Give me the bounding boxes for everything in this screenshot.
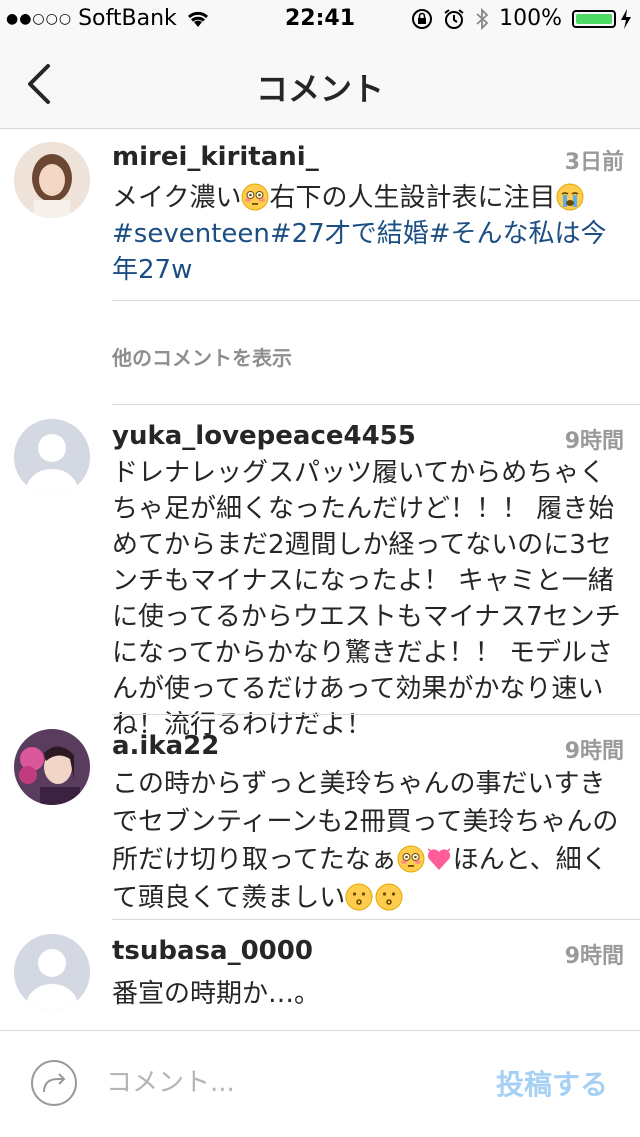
comment-username[interactable]: tsubasa_0000 bbox=[112, 936, 313, 966]
comment-username[interactable]: a.ika22 bbox=[112, 731, 219, 761]
comment-item: a.ika22 9時間 この時からずっと美玲ちゃんの事だいすきでセブンティーンも… bbox=[0, 715, 640, 920]
avatar[interactable] bbox=[14, 419, 90, 495]
share-arrow-icon[interactable] bbox=[30, 1059, 78, 1107]
comment-username[interactable]: yuka_lovepeace4455 bbox=[112, 421, 416, 451]
comment-item: yuka_lovepeace4455 9時間 ドレナレッグスパッツ履いてからめち… bbox=[0, 405, 640, 740]
flushed-face-emoji bbox=[397, 845, 425, 873]
charging-bolt-icon bbox=[621, 8, 631, 29]
comment-input[interactable] bbox=[106, 1063, 446, 1103]
comment-item: tsubasa_0000 9時間 番宣の時期か…。 bbox=[0, 920, 640, 1030]
avatar[interactable] bbox=[14, 729, 90, 805]
battery-icon bbox=[572, 9, 616, 28]
caption-username[interactable]: mirei_kiritani_ bbox=[112, 142, 319, 172]
nav-bar: コメント bbox=[0, 40, 640, 129]
flushed-face-emoji bbox=[241, 183, 269, 211]
default-avatar-icon bbox=[14, 934, 90, 1010]
alarm-icon bbox=[444, 8, 464, 29]
page-title: コメント bbox=[255, 70, 384, 108]
status-right: 100% bbox=[411, 6, 632, 31]
caption-text: メイク濃い 右下の人生設計表に注目 #seventeen#27才で結婚#そんな私は… bbox=[112, 180, 626, 288]
comment-time: 9時間 bbox=[564, 429, 624, 454]
caption-hashtags[interactable]: #seventeen#27才で結婚#そんな私は今年27w bbox=[112, 216, 626, 288]
battery-fill bbox=[576, 13, 612, 24]
bluetooth-icon bbox=[476, 7, 489, 30]
kissing-face-emoji bbox=[345, 883, 373, 911]
avatar[interactable] bbox=[14, 142, 90, 218]
status-bar: ●●○○○ SoftBank 22:41 100% bbox=[0, 0, 640, 40]
caption-comment: mirei_kiritani_ 3日前 メイク濃い 右下の人生設計表に注目 #se… bbox=[0, 128, 640, 308]
heart-pulse-emoji bbox=[427, 848, 451, 870]
comment-text: ドレナレッグスパッツ履いてからめちゃくちゃ足が細くなったんだけど！！！ 履き始め… bbox=[112, 458, 621, 740]
avatar-photo bbox=[14, 142, 90, 218]
comment-text: この時からずっと美玲ちゃんの事だいすきでセブンティーンも2冊買って美玲ちゃんの所… bbox=[112, 765, 626, 917]
battery-percent: 100% bbox=[499, 6, 562, 31]
divider bbox=[112, 300, 640, 301]
default-avatar-icon bbox=[14, 419, 90, 495]
avatar-photo bbox=[14, 729, 90, 805]
post-button[interactable]: 投稿する bbox=[496, 1063, 608, 1103]
caption-time: 3日前 bbox=[564, 150, 624, 175]
caption-text-part1: メイク濃い bbox=[112, 183, 242, 213]
comment-input-bar: 投稿する bbox=[0, 1030, 640, 1137]
comment-time: 9時間 bbox=[564, 739, 624, 764]
load-more-comments-link[interactable]: 他のコメントを表示 bbox=[112, 342, 292, 371]
rotation-lock-icon bbox=[412, 8, 433, 29]
avatar[interactable] bbox=[14, 934, 90, 1010]
comment-time: 9時間 bbox=[564, 944, 624, 969]
crying-face-emoji bbox=[556, 183, 583, 211]
comment-text: 番宣の時期か…。 bbox=[112, 979, 321, 1009]
caption-text-part2: 右下の人生設計表に注目 bbox=[269, 183, 556, 213]
kissing-face-emoji bbox=[375, 883, 403, 911]
